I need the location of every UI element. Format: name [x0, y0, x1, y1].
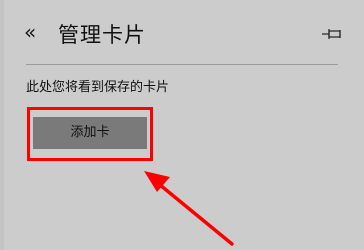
back-button[interactable]: «: [24, 20, 44, 44]
pin-icon: [322, 29, 341, 39]
annotation-arrow-icon: [144, 171, 234, 246]
panel-edge: [0, 0, 4, 250]
header-divider: [26, 64, 338, 65]
manage-cards-panel: « 管理卡片 此处您将看到保存的卡片 添加卡: [0, 0, 364, 250]
add-card-button[interactable]: 添加卡: [33, 117, 147, 149]
saved-cards-message: 此处您将看到保存的卡片: [26, 80, 170, 95]
double-chevron-left-icon: «: [24, 20, 37, 44]
pin-button[interactable]: [321, 26, 343, 40]
page-title: 管理卡片: [58, 23, 146, 47]
